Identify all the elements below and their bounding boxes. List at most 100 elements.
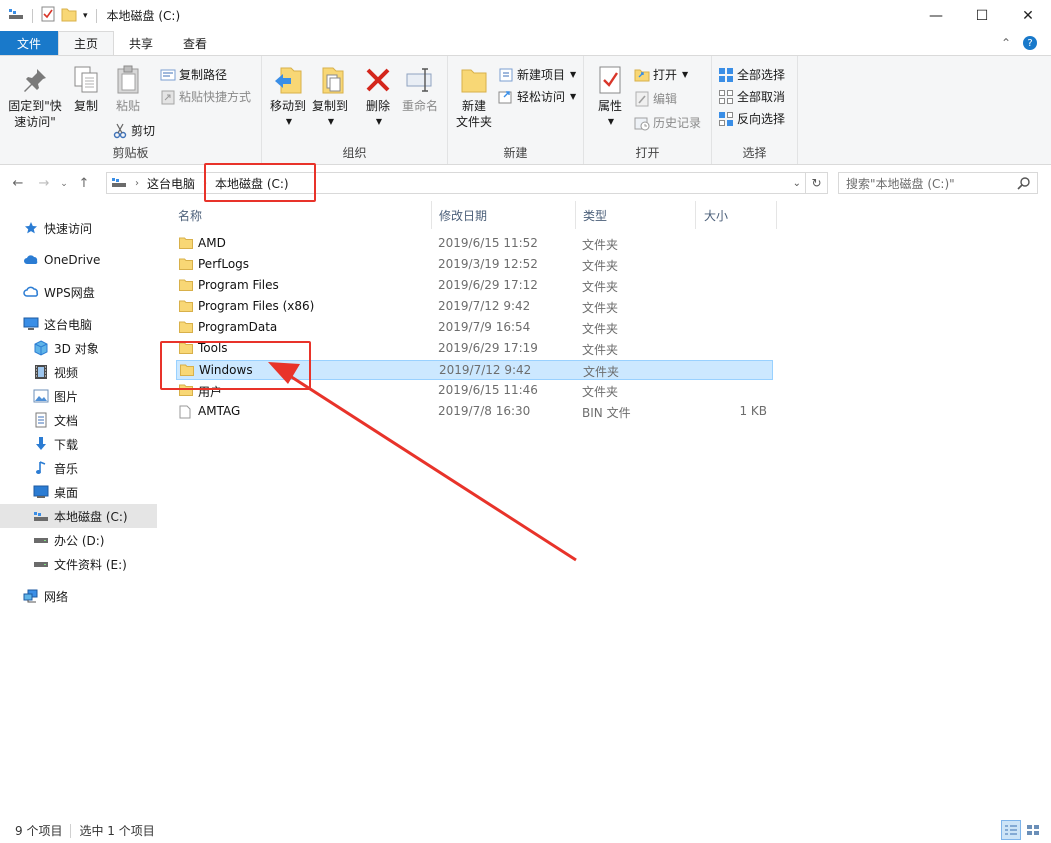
up-arrow-icon[interactable]: ↑ [74, 176, 94, 191]
breadcrumb-chevron-icon[interactable]: › [135, 178, 139, 189]
sidebar-item-desktop[interactable]: 桌面 [0, 480, 157, 504]
sidebar-item-pictures[interactable]: 图片 [0, 384, 157, 408]
edit-button[interactable]: 编辑 [634, 90, 677, 107]
search-input[interactable]: 搜索"本地磁盘 (C:)" [838, 172, 1038, 194]
open-button[interactable]: 打开 ▼ [634, 66, 688, 83]
properties-button[interactable]: 属性 ▼ [590, 64, 630, 130]
expand-ribbon-icon[interactable]: ⌃ [1001, 36, 1011, 50]
copy-button[interactable]: 复制 [66, 64, 106, 114]
table-row[interactable]: AMD 2019/6/15 11:52 文件夹 [176, 234, 773, 254]
maximize-button[interactable]: ☐ [959, 0, 1005, 31]
back-arrow-icon[interactable]: ← [8, 176, 28, 191]
delete-label: 删除 [365, 99, 390, 113]
sidebar-item-3d-objects[interactable]: 3D 对象 [0, 336, 157, 360]
tab-file[interactable]: 文件 [0, 31, 58, 55]
edit-label: 编辑 [653, 92, 678, 106]
paste-shortcut-button[interactable]: 粘贴快捷方式 [160, 88, 251, 105]
sidebar-item-onedrive[interactable]: OneDrive [0, 248, 157, 272]
status-bar: 9 个项目 选中 1 个项目 [0, 818, 1051, 843]
invert-selection-button[interactable]: 反向选择 [718, 110, 785, 127]
sidebar-item-wps-cloud[interactable]: WPS网盘 [0, 280, 157, 304]
customize-toolbar-icon[interactable]: ▾ [83, 11, 88, 21]
sidebar-item-this-pc[interactable]: 这台电脑 [0, 312, 157, 336]
file-type: 文件夹 [582, 322, 619, 336]
ribbon-tabs: 文件 主页 共享 查看 ⌃ ? [0, 31, 1051, 55]
copy-to-icon [314, 64, 346, 96]
column-header-size[interactable]: 大小 [696, 201, 777, 229]
computer-icon [22, 316, 40, 332]
close-button[interactable]: ✕ [1005, 0, 1051, 31]
sidebar-item-videos[interactable]: 视频 [0, 360, 157, 384]
details-view-icon[interactable] [1001, 820, 1021, 840]
tab-home[interactable]: 主页 [58, 31, 115, 55]
sidebar-item-documents[interactable]: 文档 [0, 408, 157, 432]
sidebar-item-downloads[interactable]: 下载 [0, 432, 157, 456]
column-header-type[interactable]: 类型 [576, 201, 696, 229]
history-button[interactable]: 历史记录 [634, 114, 701, 131]
copy-to-button[interactable]: 复制到 ▼ [308, 64, 352, 130]
refresh-button[interactable]: ↻ [806, 172, 828, 194]
sidebar-item-label: 视频 [54, 365, 79, 380]
file-date: 2019/7/12 9:42 [438, 299, 531, 313]
table-row[interactable]: Program Files 2019/6/29 17:12 文件夹 [176, 276, 773, 296]
drive-icon[interactable] [8, 7, 24, 24]
video-icon [32, 364, 50, 380]
table-row[interactable]: Program Files (x86) 2019/7/12 9:42 文件夹 [176, 297, 773, 317]
sidebar-item-label: 网络 [44, 589, 69, 604]
sidebar-item-network[interactable]: 网络 [0, 584, 157, 608]
new-item-button[interactable]: 新建项目 ▼ [498, 66, 576, 83]
forward-arrow-icon[interactable]: → [34, 176, 54, 191]
edit-icon [634, 91, 650, 107]
history-icon [634, 115, 650, 131]
sidebar-item-music[interactable]: 音乐 [0, 456, 157, 480]
delete-button[interactable]: 删除 ▼ [358, 64, 398, 130]
invert-selection-label: 反向选择 [737, 112, 786, 126]
help-icon[interactable]: ? [1023, 36, 1037, 50]
open-group: 属性 ▼ 打开 ▼ 编辑 历史记录 打开 [584, 56, 712, 164]
breadcrumb-this-pc[interactable]: 这台电脑 [147, 175, 195, 192]
new-item-label: 新建项目 [517, 68, 566, 82]
history-label: 历史记录 [653, 116, 702, 130]
sidebar-item-label: 下载 [54, 437, 79, 452]
file-type: 文件夹 [583, 365, 620, 379]
table-row[interactable]: PerfLogs 2019/3/19 12:52 文件夹 [176, 255, 773, 275]
new-folder-button[interactable]: 新建 文件夹 [452, 64, 496, 130]
sidebar-item-label: 本地磁盘 (C:) [54, 509, 128, 524]
table-row[interactable]: ProgramData 2019/7/9 16:54 文件夹 [176, 318, 773, 338]
drive-icon [32, 556, 50, 572]
tab-share[interactable]: 共享 [114, 31, 168, 55]
select-all-button[interactable]: 全部选择 [718, 66, 785, 83]
easy-access-button[interactable]: 轻松访问 ▼ [498, 88, 576, 105]
tab-view[interactable]: 查看 [168, 31, 222, 55]
minimize-button[interactable]: — [913, 0, 959, 31]
navigation-bar: ← → ⌄ ↑ › 这台电脑 › 本地磁盘 (C:) ⌄ ↻ 搜索"本地磁盘 (… [0, 166, 1051, 201]
copy-icon [70, 64, 102, 96]
move-to-label: 移动到 [269, 99, 306, 113]
rename-button[interactable]: 重命名 [398, 64, 442, 114]
address-dropdown-icon[interactable]: ⌄ [793, 178, 801, 189]
file-type: 文件夹 [582, 301, 619, 315]
cut-button[interactable]: 剪切 [112, 122, 155, 139]
properties-icon[interactable] [41, 6, 55, 25]
column-header-date[interactable]: 修改日期 [431, 201, 576, 229]
large-icons-view-icon[interactable] [1023, 820, 1043, 840]
sidebar-item-label: 办公 (D:) [54, 533, 105, 548]
sidebar-item-local-disk-c[interactable]: 本地磁盘 (C:) [0, 504, 157, 528]
new-folder-icon[interactable] [61, 6, 77, 25]
move-to-button[interactable]: 移动到 ▼ [266, 64, 310, 130]
column-header-name[interactable]: 名称 [160, 201, 432, 229]
sidebar-item-label: 文件资料 (E:) [54, 557, 127, 572]
file-type: 文件夹 [582, 385, 619, 399]
recent-locations-chevron-icon[interactable]: ⌄ [54, 179, 74, 189]
table-row[interactable]: AMTAG 2019/7/8 16:30 BIN 文件 1 KB [176, 402, 773, 422]
sidebar-item-quick-access[interactable]: 快速访问 [0, 216, 157, 240]
copy-path-button[interactable]: 复制路径 [160, 66, 227, 83]
file-date: 2019/7/12 9:42 [439, 363, 532, 377]
title-bar: ▾ 本地磁盘 (C:) — ☐ ✕ [0, 0, 1051, 31]
pin-to-quick-access-button[interactable]: 固定到"快 速访问" [6, 64, 64, 130]
sidebar-item-drive-d[interactable]: 办公 (D:) [0, 528, 157, 552]
sidebar-item-drive-e[interactable]: 文件资料 (E:) [0, 552, 157, 576]
select-none-button[interactable]: 全部取消 [718, 88, 785, 105]
sidebar-item-label: 这台电脑 [44, 317, 93, 332]
paste-button[interactable]: 粘贴 [108, 64, 148, 114]
